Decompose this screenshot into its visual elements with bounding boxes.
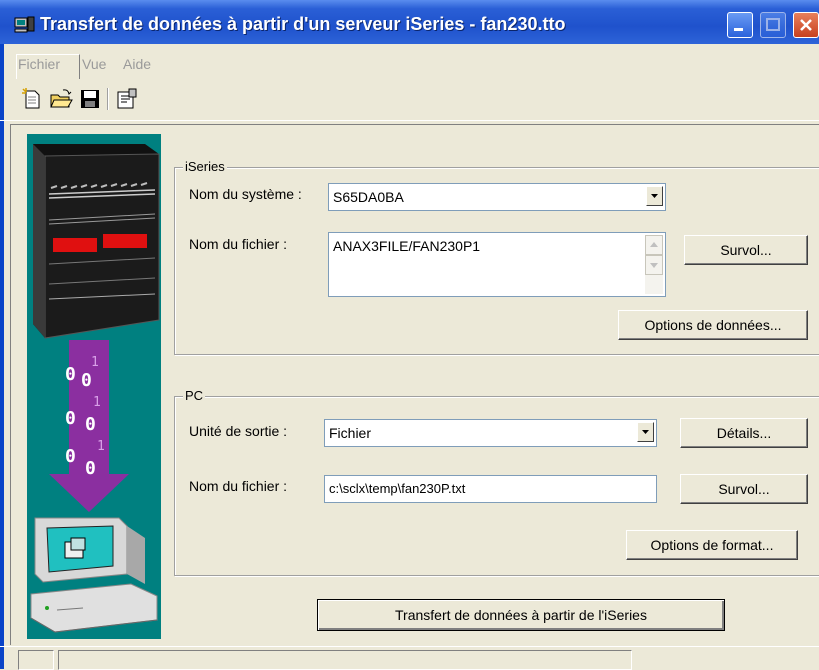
iseries-group-title: iSeries xyxy=(183,159,227,174)
pc-browse-label: Survol... xyxy=(718,481,770,497)
title-bar[interactable]: Transfert de données à partir d'un serve… xyxy=(0,0,819,44)
svg-text:1: 1 xyxy=(93,395,101,410)
svg-text:0: 0 xyxy=(85,458,96,479)
app-icon xyxy=(14,16,36,34)
status-bar xyxy=(0,646,819,670)
transfer-illustration: 0 0 1 0 0 1 0 0 1 xyxy=(27,134,161,639)
menu-bar: Fichier Vue Aide xyxy=(0,48,819,78)
maximize-button xyxy=(760,12,786,38)
menu-aide[interactable]: Aide xyxy=(123,56,151,72)
toolbar-separator xyxy=(107,88,109,110)
system-name-dropdown-arrow[interactable] xyxy=(646,186,663,206)
toolbar xyxy=(0,78,819,121)
scroll-down-icon[interactable] xyxy=(645,255,663,275)
status-pane-left xyxy=(18,650,54,670)
details-button[interactable]: Détails... xyxy=(680,418,808,448)
output-device-value: Fichier xyxy=(329,425,372,441)
svg-text:0: 0 xyxy=(85,414,96,435)
transfer-window: Transfert de données à partir d'un serve… xyxy=(0,0,819,670)
svg-text:1: 1 xyxy=(97,439,105,454)
iseries-browse-button[interactable]: Survol... xyxy=(684,235,808,265)
iseries-file-textarea[interactable]: ANAX3FILE/FAN230P1 xyxy=(328,232,666,297)
output-device-dropdown-arrow[interactable] xyxy=(637,422,654,442)
window-border xyxy=(0,44,4,669)
output-device-combo[interactable]: Fichier xyxy=(324,419,657,447)
iseries-file-label: Nom du fichier : xyxy=(189,236,288,252)
scroll-track[interactable] xyxy=(645,275,663,294)
pc-file-value: c:\sclx\temp\fan230P.txt xyxy=(329,481,466,496)
status-pane-main xyxy=(58,650,632,670)
system-name-label: Nom du système : xyxy=(189,186,302,202)
scroll-up-icon[interactable] xyxy=(645,235,663,255)
format-options-button[interactable]: Options de format... xyxy=(626,530,798,560)
minimize-button[interactable] xyxy=(727,12,753,38)
svg-text:0: 0 xyxy=(65,364,76,385)
download-arrow-icon: 0 0 1 0 0 1 0 0 1 xyxy=(49,340,129,512)
data-options-label: Options de données... xyxy=(644,317,782,333)
svg-text:0: 0 xyxy=(81,370,92,391)
system-name-combo[interactable]: S65DA0BA xyxy=(328,183,666,211)
data-options-button[interactable]: Options de données... xyxy=(618,310,808,340)
system-name-value: S65DA0BA xyxy=(333,189,404,205)
server-icon xyxy=(33,144,160,339)
svg-text:1: 1 xyxy=(91,355,99,370)
iseries-browse-label: Survol... xyxy=(720,242,772,258)
window-title: Transfert de données à partir d'un serve… xyxy=(40,14,566,34)
pc-browse-button[interactable]: Survol... xyxy=(680,474,808,504)
properties-icon[interactable] xyxy=(115,87,139,111)
save-disk-icon[interactable] xyxy=(78,87,102,111)
iseries-file-value: ANAX3FILE/FAN230P1 xyxy=(333,238,481,254)
output-device-label: Unité de sortie : xyxy=(189,423,288,439)
svg-text:0: 0 xyxy=(65,446,76,467)
pc-file-label: Nom du fichier : xyxy=(189,478,288,494)
svg-text:0: 0 xyxy=(65,408,76,429)
pc-icon xyxy=(30,517,158,633)
pc-group-title: PC xyxy=(183,388,206,403)
open-folder-icon[interactable] xyxy=(49,87,73,111)
menu-vue[interactable]: Vue xyxy=(82,56,106,72)
transfer-button-label: Transfert de données à partir de l'iSeri… xyxy=(395,607,647,623)
pc-file-input[interactable]: c:\sclx\temp\fan230P.txt xyxy=(324,475,657,503)
new-document-icon[interactable] xyxy=(20,87,44,111)
details-label: Détails... xyxy=(716,425,772,441)
close-button[interactable] xyxy=(793,12,819,38)
menu-fichier[interactable]: Fichier xyxy=(18,56,60,72)
format-options-label: Options de format... xyxy=(650,537,774,553)
transfer-button[interactable]: Transfert de données à partir de l'iSeri… xyxy=(317,599,725,631)
